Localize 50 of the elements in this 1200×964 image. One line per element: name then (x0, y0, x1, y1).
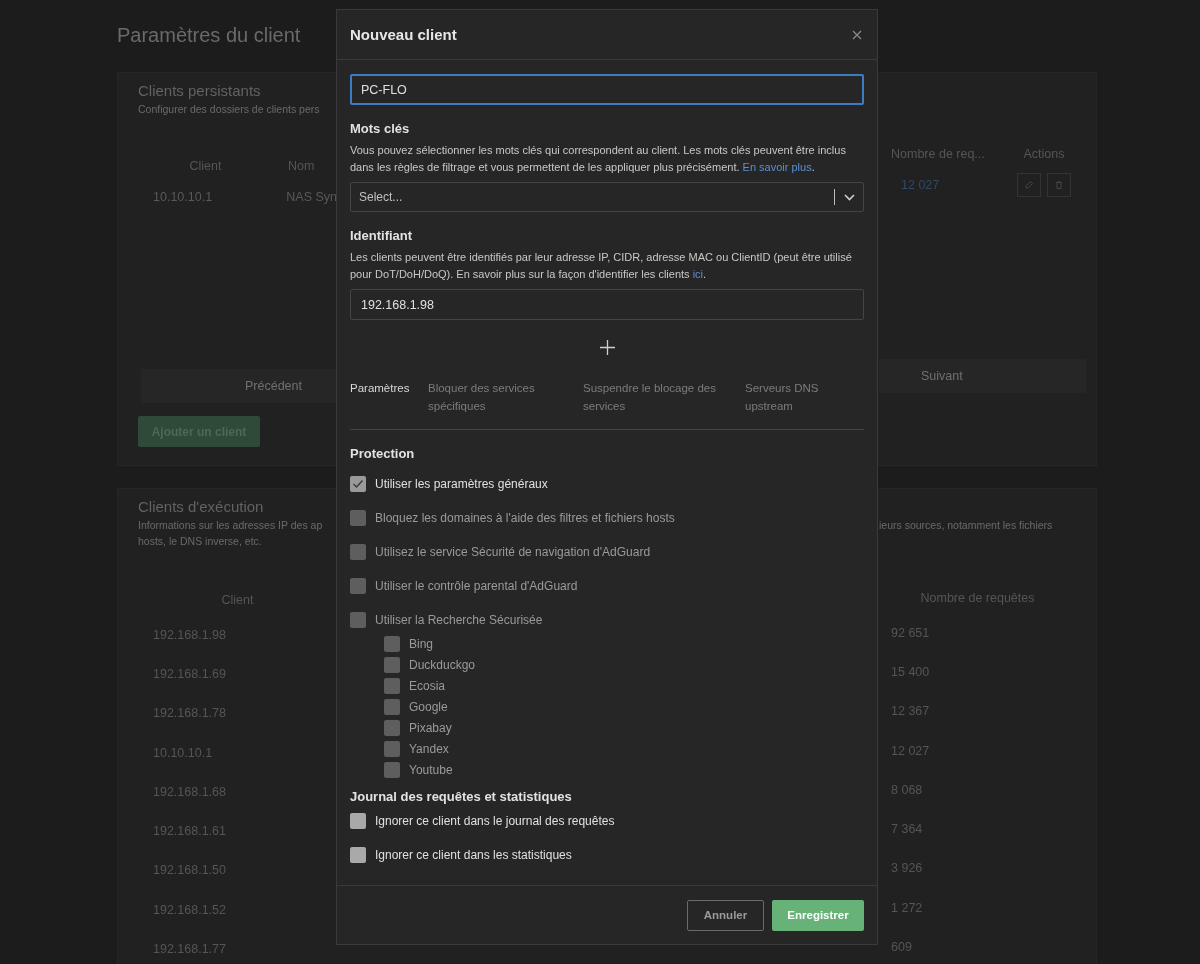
section-heading: Mots clés (350, 121, 411, 136)
checkbox-label: Yandex (409, 741, 449, 756)
next-button[interactable]: Suivant (913, 365, 971, 387)
checkbox-label: Pixabay (409, 720, 452, 735)
checkbox-label: Ignorer ce client dans le journal des requêtes (375, 814, 615, 828)
checkbox-label: Ecosia (409, 678, 446, 693)
trash-icon (1054, 180, 1064, 190)
plus-icon[interactable] (599, 340, 615, 355)
save-button[interactable]: Enregistrer (772, 899, 864, 931)
tags-select[interactable]: Select... (350, 182, 864, 212)
edit-button[interactable] (1017, 173, 1041, 197)
chevron-down-icon (844, 193, 855, 201)
identifier-field[interactable]: 192.168.1.98 (350, 289, 864, 320)
cancel-button[interactable]: Annuler (687, 899, 764, 931)
section-heading: Protection (350, 446, 416, 461)
pencil-icon (1024, 180, 1034, 190)
section-description: Configurer des dossiers de clients pers (138, 103, 320, 115)
section-title: Clients persistants (138, 82, 262, 99)
section-title: Clients d'exécution (138, 498, 265, 515)
section-description: ieurs sources, notamment les fichiers (879, 519, 1053, 531)
checkbox-label: Bloquez les domaines à l'aide des filtres et fichiers hosts (375, 511, 675, 525)
check-icon (352, 479, 364, 489)
dialog-title: Nouveau client (350, 26, 457, 43)
checkbox-label: Google (409, 699, 448, 714)
tab[interactable]: Suspendre le blocage des services (583, 379, 745, 415)
checkbox-label: Bing (409, 636, 434, 651)
checkbox-label: Youtube (409, 762, 453, 777)
section-heading: Journal des requêtes et statistiques (350, 789, 573, 804)
checkbox-label: Duckduckgo (409, 657, 476, 672)
checkbox[interactable] (350, 847, 366, 863)
help-text: Les clients peuvent être identifiés par leur adresse IP, CIDR, adresse MAC ou ClientID (peut être utilisé pour DoT/DoH/DoQ). En savoir plus sur la façon d'identifier les clients ici. (350, 250, 853, 282)
name-field[interactable]: PC-FLO (350, 74, 864, 105)
tab[interactable]: Bloquer des services spécifiques (428, 379, 583, 415)
checkbox-label: Utiliser les paramètres généraux (375, 477, 548, 491)
section-description: hosts, le DNS inverse, etc. (138, 535, 262, 547)
delete-button[interactable] (1047, 173, 1071, 197)
section-heading: Identifiant (350, 228, 414, 243)
checkbox-label: Utiliser le contrôle parental d'AdGuard (375, 579, 578, 593)
tab[interactable]: Paramètres (350, 379, 428, 397)
section-description: Informations sur les adresses IP des ap (138, 519, 323, 531)
checkbox[interactable] (350, 476, 366, 492)
tab[interactable]: Serveurs DNS upstream (745, 379, 835, 415)
close-icon[interactable] (852, 29, 862, 40)
checkbox-label: Utiliser la Recherche Sécurisée (375, 613, 543, 627)
page-title: Paramètres du client (117, 23, 301, 48)
checkbox-label: Utilisez le service Sécurité de navigation d'AdGuard (375, 545, 651, 559)
checkbox[interactable] (350, 813, 366, 829)
help-text: Vous pouvez sélectionner les mots clés qui correspondent au client. Les mots clés peuvent être inclus dans les règles de filtrage et vous permettent de les appliquer plus précisément. En savoir plus. (350, 143, 847, 175)
learn-more-link[interactable]: En savoir plus (742, 161, 812, 173)
checkbox-label: Ignorer ce client dans les statistiques (375, 848, 572, 862)
